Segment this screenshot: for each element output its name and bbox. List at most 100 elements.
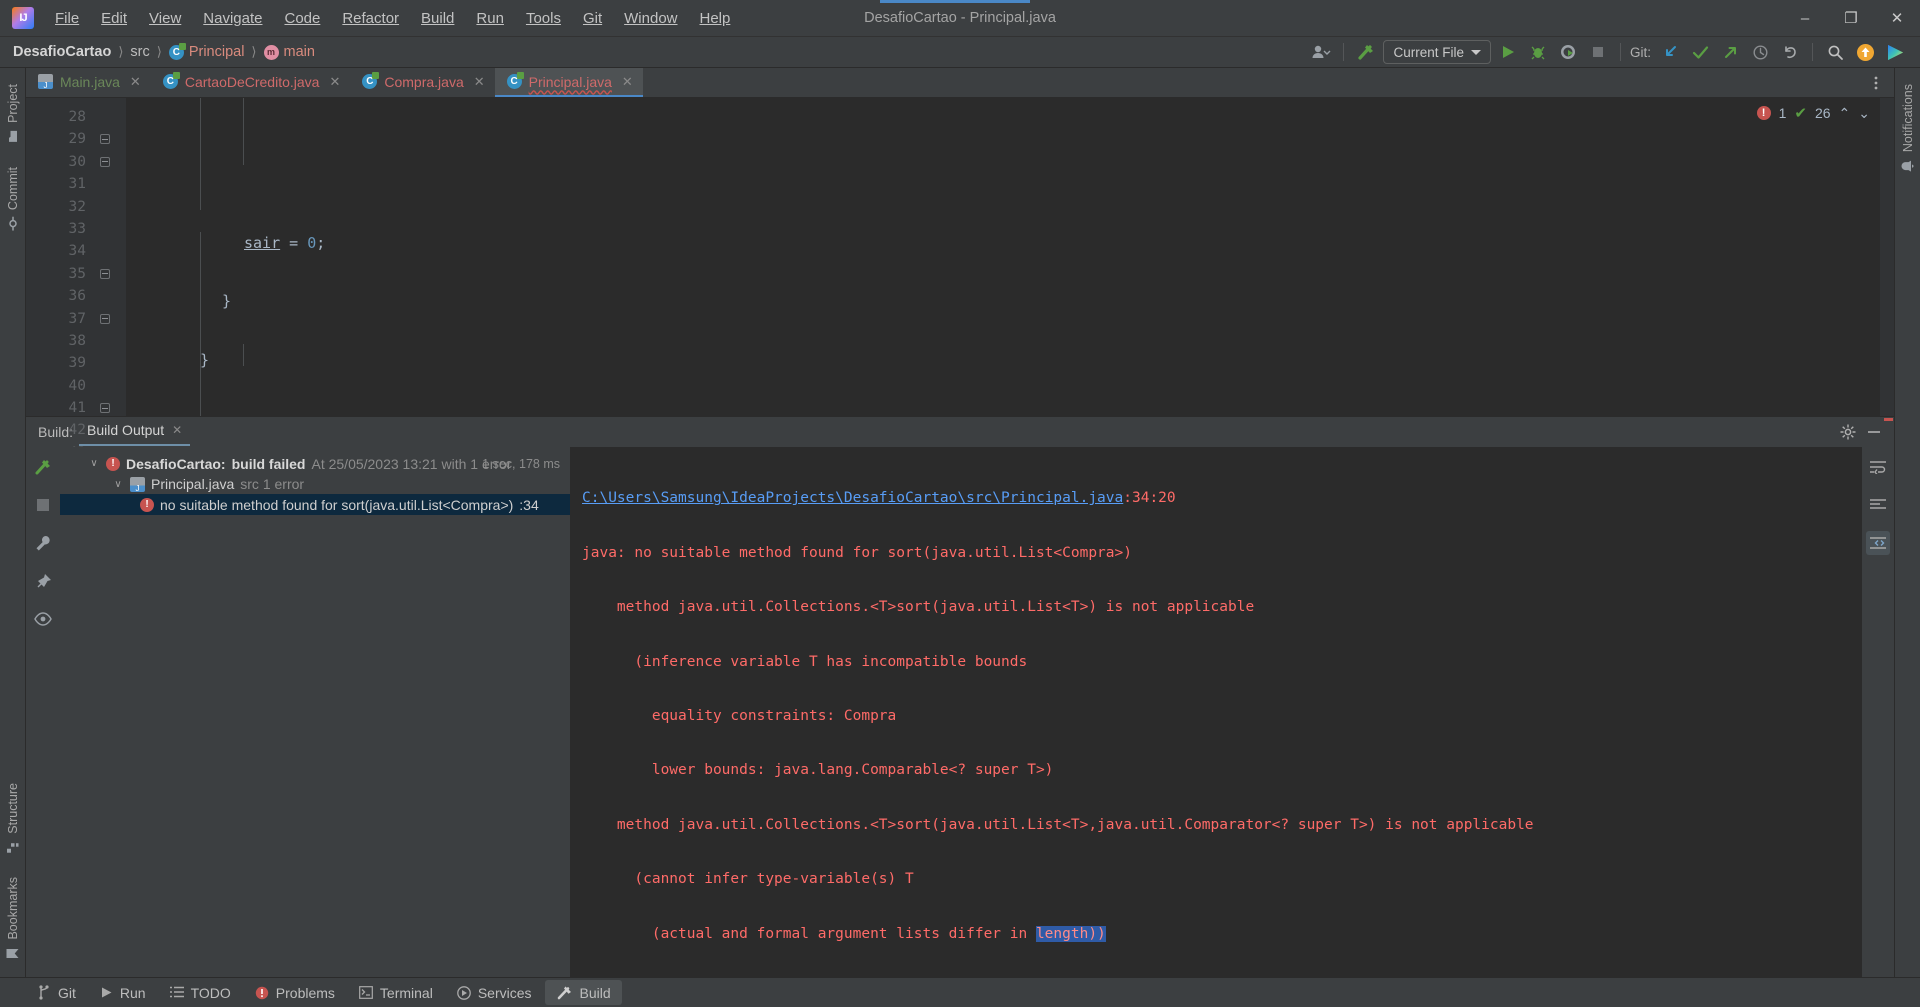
run-configuration-selector[interactable]: Current File [1383,40,1491,64]
status-bar-item-terminal[interactable]: Terminal [348,981,444,1005]
eye-icon[interactable] [31,607,55,631]
line-number-28[interactable]: 28 [26,106,126,128]
menu-help[interactable]: Help [689,6,742,31]
feedback-icon[interactable] [1852,40,1878,64]
menu-file[interactable]: File [44,6,90,31]
build-tree[interactable]: ∨ ! DesafioCartao: build failed At 25/05… [60,447,570,977]
menu-tools[interactable]: Tools [515,6,572,31]
line-number-36[interactable]: 36 [26,285,126,307]
menu-window[interactable]: Window [613,6,688,31]
maximize-button[interactable]: ❐ [1828,0,1874,36]
sidebar-item-bookmarks[interactable]: Bookmarks [5,873,21,965]
code-fold-icon[interactable] [100,156,110,167]
run-icon[interactable] [1495,40,1521,64]
menu-build[interactable]: Build [410,6,465,31]
build-console-output[interactable]: C:\Users\Samsung\IdeaProjects\DesafioCar… [570,447,1862,977]
line-number-33[interactable]: 33 [26,218,126,240]
ide-services-icon[interactable] [1882,40,1908,64]
line-number-32[interactable]: 32 [26,196,126,218]
sidebar-item-commit[interactable]: Commit [5,163,21,234]
soft-wrap-icon[interactable] [1866,455,1890,479]
breadcrumb-project[interactable]: DesafioCartao [10,43,114,61]
git-commit-icon[interactable] [1687,40,1713,64]
menu-edit[interactable]: Edit [90,6,138,31]
status-bar-item-services[interactable]: Services [446,981,543,1005]
menu-git[interactable]: Git [572,6,613,31]
close-icon[interactable]: ✕ [329,74,340,90]
line-number-35[interactable]: 35 [26,263,126,285]
editor-tab-overflow[interactable] [1868,68,1894,97]
code-fold-icon[interactable] [100,403,110,414]
menu-run[interactable]: Run [465,6,515,31]
status-bar-item-build[interactable]: Build [544,980,622,1005]
build-hammer-icon[interactable] [1353,40,1379,64]
build-tree-row-project[interactable]: ∨ ! DesafioCartao: build failed At 25/05… [60,453,570,474]
sidebar-item-structure[interactable]: Structure [5,779,21,858]
chevron-down-icon[interactable]: ∨ [112,479,124,490]
status-bar-item-run[interactable]: Run [89,981,157,1005]
git-rollback-icon[interactable] [1777,40,1803,64]
status-bar-item-problems[interactable]: Problems [244,981,346,1005]
sidebar-item-notifications[interactable]: Notifications [1900,80,1916,177]
inspection-widget[interactable]: ! 1 ✔ 26 ⌃ ⌄ [1756,104,1870,122]
menu-navigate[interactable]: Navigate [192,6,273,31]
file-path-link[interactable]: C:\Users\Samsung\IdeaProjects\DesafioCar… [582,490,1123,506]
line-number-31[interactable]: 31 [26,173,126,195]
line-number-34[interactable]: 34 [26,240,126,262]
code-fold-icon[interactable] [100,313,110,324]
sidebar-item-project[interactable]: Project [5,80,21,147]
close-icon[interactable]: ✕ [130,74,141,90]
status-bar-item-todo[interactable]: TODO [159,981,242,1005]
settings-wrench-icon[interactable] [31,531,55,555]
line-number-29[interactable]: 29 [26,128,126,150]
code-editor[interactable]: 2829303132333435363738394041424344 sair … [26,98,1894,483]
chevron-down-icon[interactable]: ∨ [88,458,100,469]
close-icon[interactable]: ✕ [172,423,182,437]
close-icon[interactable]: ✕ [474,74,485,90]
git-push-icon[interactable] [1717,40,1743,64]
close-button[interactable]: ✕ [1874,0,1920,36]
editor-tab-main-java[interactable]: Main.java ✕ [26,68,151,97]
gear-icon[interactable] [1840,424,1856,440]
breadcrumb-class[interactable]: C Principal [166,42,248,61]
line-number-41[interactable]: 41 [26,397,126,419]
build-tree-row-file[interactable]: ∨ Principal.java src 1 error [60,474,570,495]
line-number-38[interactable]: 38 [26,330,126,352]
menu-refactor[interactable]: Refactor [331,6,410,31]
build-tree-row-error[interactable]: ! no suitable method found for sort(java… [60,494,570,515]
editor-gutter[interactable]: 2829303132333435363738394041424344 [26,98,126,483]
line-number-40[interactable]: 40 [26,375,126,397]
editor-code-area[interactable]: sair = 0; } } System.out.println("******… [126,98,1880,417]
search-everywhere-icon[interactable] [1822,40,1848,64]
code-fold-icon[interactable] [100,268,110,279]
pin-icon[interactable] [31,569,55,593]
breadcrumb-method[interactable]: m main [261,43,318,61]
menu-code[interactable]: Code [273,6,331,31]
user-avatar-icon[interactable] [1308,40,1334,64]
line-number-39[interactable]: 39 [26,352,126,374]
status-bar-item-git[interactable]: Git [26,981,87,1005]
previous-problem-icon[interactable]: ⌃ [1839,105,1851,122]
run-coverage-icon[interactable] [1555,40,1581,64]
line-number-42[interactable]: 42 [26,419,126,441]
console-line-link[interactable]: C:\Users\Samsung\IdeaProjects\DesafioCar… [582,487,1862,509]
menu-view[interactable]: View [138,6,192,31]
editor-tab-principal-java[interactable]: C Principal.java ✕ [494,68,643,97]
stop-icon[interactable] [1585,40,1611,64]
close-icon[interactable]: ✕ [622,74,633,90]
minimize-button[interactable]: – [1782,0,1828,36]
error-stripe-gutter[interactable] [1880,98,1894,421]
debug-icon[interactable] [1525,40,1551,64]
breadcrumb-src[interactable]: src [127,43,152,61]
expand-all-icon[interactable] [1866,531,1890,556]
editor-tab-cartaodecredito-java[interactable]: C CartaoDeCredito.java ✕ [151,68,351,97]
code-fold-icon[interactable] [100,134,110,145]
scroll-to-end-icon[interactable] [1866,493,1890,517]
line-number-30[interactable]: 30 [26,151,126,173]
minimize-icon[interactable] [1866,424,1882,440]
git-history-icon[interactable] [1747,40,1773,64]
git-update-icon[interactable] [1657,40,1683,64]
editor-tab-compra-java[interactable]: C Compra.java ✕ [350,68,494,97]
next-problem-icon[interactable]: ⌄ [1858,105,1870,122]
line-number-37[interactable]: 37 [26,308,126,330]
